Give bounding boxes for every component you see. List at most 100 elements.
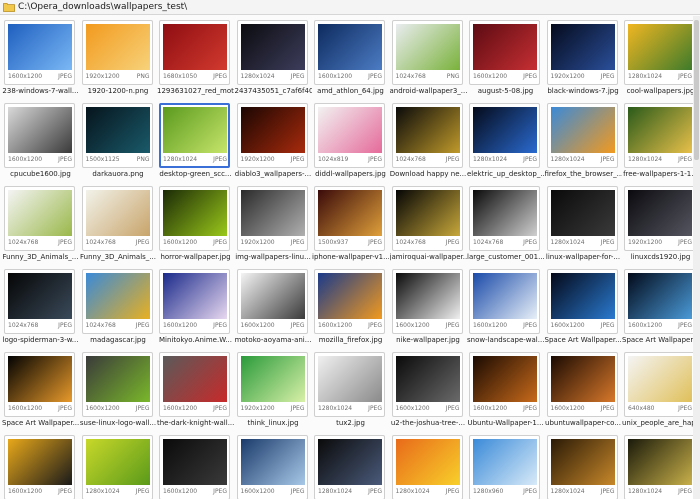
thumbnail-meta: 1600x1200 JPEG [318, 321, 382, 330]
thumbnail-item[interactable]: 1600x1200 JPEG august-5-08.jpg [467, 18, 544, 102]
thumbnail-item[interactable]: 1600x1200 JPEG u2-the-joshua-tree-... [390, 350, 467, 434]
thumbnail-item[interactable]: 1280x1024 JPEG tux2.jpg [312, 350, 389, 434]
thumbnail-image [240, 107, 305, 153]
thumbnail-image [395, 439, 460, 485]
image-format: JPEG [600, 73, 615, 80]
thumbnail-frame: 1600x1200 JPEG [159, 186, 230, 251]
thumbnail-item[interactable]: 1920x1200 JPEG black-windows-7.jpg [545, 18, 622, 102]
thumbnail-image [395, 273, 460, 319]
thumbnail-item[interactable]: 1600x1200 JPEG 238-windows-7-wall... [2, 18, 79, 102]
thumbnail-meta: 1600x1200 JPEG [473, 404, 537, 413]
thumbnail-frame: 1600x1200 JPEG [236, 269, 308, 334]
image-dimensions: 1280x1024 [628, 488, 663, 495]
thumbnail-item[interactable]: 1024x819 JPEG diddl-wallpapers.jpg [312, 101, 389, 185]
thumbnail-item[interactable]: 1600x1200 JPEG Minitokyo.Anime.W... [157, 267, 234, 351]
thumbnail-image [240, 24, 305, 70]
thumbnail-frame: 1500x937 JPEG [314, 186, 385, 251]
thumbnail-image [85, 356, 150, 402]
thumbnail-item[interactable]: 1920x1200 JPEG linuxcds1920.jpg [622, 184, 699, 268]
image-dimensions: 1920x1200 [240, 405, 275, 412]
thumbnail-frame: 1920x1200 JPEG [236, 352, 308, 417]
thumbnail-item[interactable]: 1280x1024JPEGws_Wallpaper_remin... [622, 433, 699, 499]
thumbnail-item[interactable]: 1280x1024 JPEG desktop-green_scc... [157, 101, 234, 185]
thumbnail-item[interactable]: 1600x1200 JPEG snow-landscape-wal... [467, 267, 544, 351]
thumbnail-item[interactable]: 1500x1125 PNG darkauora.png [80, 101, 157, 185]
thumbnail-item[interactable]: 640x480 JPEG unix_people_are_hap... [622, 350, 699, 434]
thumbnail-item[interactable]: 1280x1024JPEGwallpapers-02.jpg [545, 433, 622, 499]
thumbnail-item[interactable]: 1024x768 JPEG large_customer_001... [467, 184, 544, 268]
thumbnail-meta: 1280x1024 JPEG [551, 238, 615, 247]
thumbnail-item[interactable]: 1600x1200 JPEG Space Art Wallpaper... [622, 267, 699, 351]
thumbnail-grid: 1600x1200 JPEG 238-windows-7-wall... 1920x1… [0, 16, 700, 499]
image-dimensions: 1920x1200 [550, 73, 585, 80]
thumbnail-item[interactable]: 1024x768 JPEG logo-spiderman-3-w... [2, 267, 79, 351]
thumbnail-item[interactable]: 1024x768 JPEG Funny_3D_Animals_... [80, 184, 157, 268]
thumbnail-item[interactable]: 1600x1200 JPEG nike-wallpaper.jpg [390, 267, 467, 351]
image-format: JPEG [523, 405, 537, 412]
thumbnail-frame: 1280x1024 JPEG [81, 435, 153, 499]
thumbnail-item[interactable]: 1920x1200 PNG 1920-1200-n.png [80, 18, 157, 102]
thumbnail-item[interactable]: 1600x1200 JPEG motoko-aoyama-ani... [235, 267, 312, 351]
image-format: JPEG [368, 322, 382, 329]
thumbnail-item[interactable]: 1600x1200 JPEG the-dark-knight-wall... [157, 350, 234, 434]
thumbnail-item[interactable]: 1600x1200JPEGwallpapers.jpeg [235, 433, 312, 499]
thumbnail-meta: 1600x1200 JPEG [8, 487, 72, 496]
file-name: amd_athlon_64.jpg [317, 87, 384, 95]
thumbnail-item[interactable]: 1024x768 JPEG madagascar.jpg [80, 267, 157, 351]
thumbnail-item[interactable]: 1500x937 JPEG iphone-wallpaper-v1... [312, 184, 389, 268]
thumbnail-meta: 1024x768 PNG [396, 72, 460, 81]
image-dimensions: 1920x1200 [240, 239, 275, 246]
thumbnail-item[interactable]: 1920x1200 JPEG img-wallpapers-linu... [235, 184, 312, 268]
thumbnail-frame: 1024x768 JPEG [4, 186, 75, 251]
thumbnail-image [473, 273, 537, 319]
thumbnail-item[interactable]: 1024x768 PNG android-wallpaper3_... [390, 18, 467, 102]
thumbnail-item[interactable]: 1600x1200JPEGwallpaper_tux_1600... [157, 433, 234, 499]
thumbnail-item[interactable]: 1600x1200 JPEG ubuntuwallpaper-co... [545, 350, 622, 434]
thumbnail-item[interactable]: 1600x1200 JPEG horror-wallpaper.jpg [157, 184, 234, 268]
vertical-scrollbar[interactable] [693, 16, 700, 499]
file-name: Minitokyo.Anime.W... [158, 336, 233, 344]
image-dimensions: 1600x1200 [240, 488, 275, 495]
thumbnail-frame: 1280x1024 JPEG [314, 435, 385, 499]
thumbnail-item[interactable]: 1280x1024JPEGVector_Wallpapers_0... [80, 433, 157, 499]
thumbnail-item[interactable]: 1600x1200 JPEG suse-linux-logo-wall... [80, 350, 157, 434]
thumbnail-frame: 1920x1200 JPEG [624, 186, 695, 251]
thumbnail-item[interactable]: 1280x1024 JPEG free-wallpapers-1-1... [622, 101, 699, 185]
thumbnail-item[interactable]: 1280x1024 JPEG firefox_the_browser_... [545, 101, 622, 185]
thumbnail-meta: 1600x1200 JPEG [8, 404, 72, 413]
scrollbar-thumb[interactable] [694, 20, 699, 160]
image-dimensions: 1280x1024 [473, 156, 508, 163]
thumbnail-item[interactable]: 1600x1200 JPEG Space Art Wallpaper... [545, 267, 622, 351]
thumbnail-item[interactable]: 1680x1050 JPEG 1293631027_red_mot... [157, 18, 234, 102]
thumbnail-item[interactable]: 1280x1024 JPEG linux-wallpaper-for-... [545, 184, 622, 268]
thumbnail-item[interactable]: 1600x1200 JPEG cpucube1600.jpg [2, 101, 79, 185]
thumbnail-item[interactable]: 1600x1200JPEGutterface1200x1600.j... [2, 433, 79, 499]
thumbnail-item[interactable]: 1280x1024 JPEG elektric_up_desktop_... [467, 101, 544, 185]
thumbnail-item[interactable]: 1920x1200 JPEG think_linux.jpg [235, 350, 312, 434]
thumbnail-item[interactable]: 1600x1200 JPEG Ubuntu-Wallpaper-1... [467, 350, 544, 434]
thumbnail-item[interactable]: 1600x1200 JPEG Space Art Wallpaper... [2, 350, 79, 434]
thumbnail-item[interactable]: 1024x768 JPEG Download happy ne... [390, 101, 467, 185]
thumbnail-item[interactable]: 1024x768 JPEG jamiroquai-wallpaper... [390, 184, 467, 268]
image-dimensions: 1600x1200 [163, 322, 198, 329]
image-dimensions: 1280x1024 [550, 488, 585, 495]
image-dimensions: 1920x1200 [240, 156, 275, 163]
image-dimensions: 1600x1200 [550, 405, 585, 412]
image-format: JPEG [135, 322, 150, 329]
thumbnail-item[interactable]: 1600x1200 JPEG amd_athlon_64.jpg [312, 18, 389, 102]
thumbnail-item[interactable]: 1280x1024 JPEG cool-wallpapers.jpg [622, 18, 699, 102]
image-format: JPEG [678, 405, 692, 412]
thumbnail-item[interactable]: 1024x768 JPEG Funny_3D_Animals_... [2, 184, 79, 268]
thumbnail-item[interactable]: 1280x960JPEGWallpapers_Window... [467, 433, 544, 499]
thumbnail-image [8, 273, 72, 319]
thumbnail-item[interactable]: 1280x1024 JPEG 2437435051_c7af6f40... [235, 18, 312, 102]
file-name: Download happy ne... [389, 170, 467, 178]
thumbnail-item[interactable]: 1280x1024JPEGWallpapers_by_Lubiel... [390, 433, 467, 499]
thumbnail-image [8, 190, 72, 236]
thumbnail-item[interactable]: 1280x1024JPEGWallpapers_-_Black_... [312, 433, 389, 499]
thumbnail-meta: 1280x1024 JPEG [628, 487, 692, 496]
thumbnail-item[interactable]: 1920x1200 JPEG diablo3_wallpapers-... [235, 101, 312, 185]
thumbnail-item[interactable]: 1600x1200 JPEG mozilla_firefox.jpg [312, 267, 389, 351]
thumbnail-frame: 1280x1024 JPEG [546, 186, 618, 251]
thumbnail-image [85, 24, 150, 70]
